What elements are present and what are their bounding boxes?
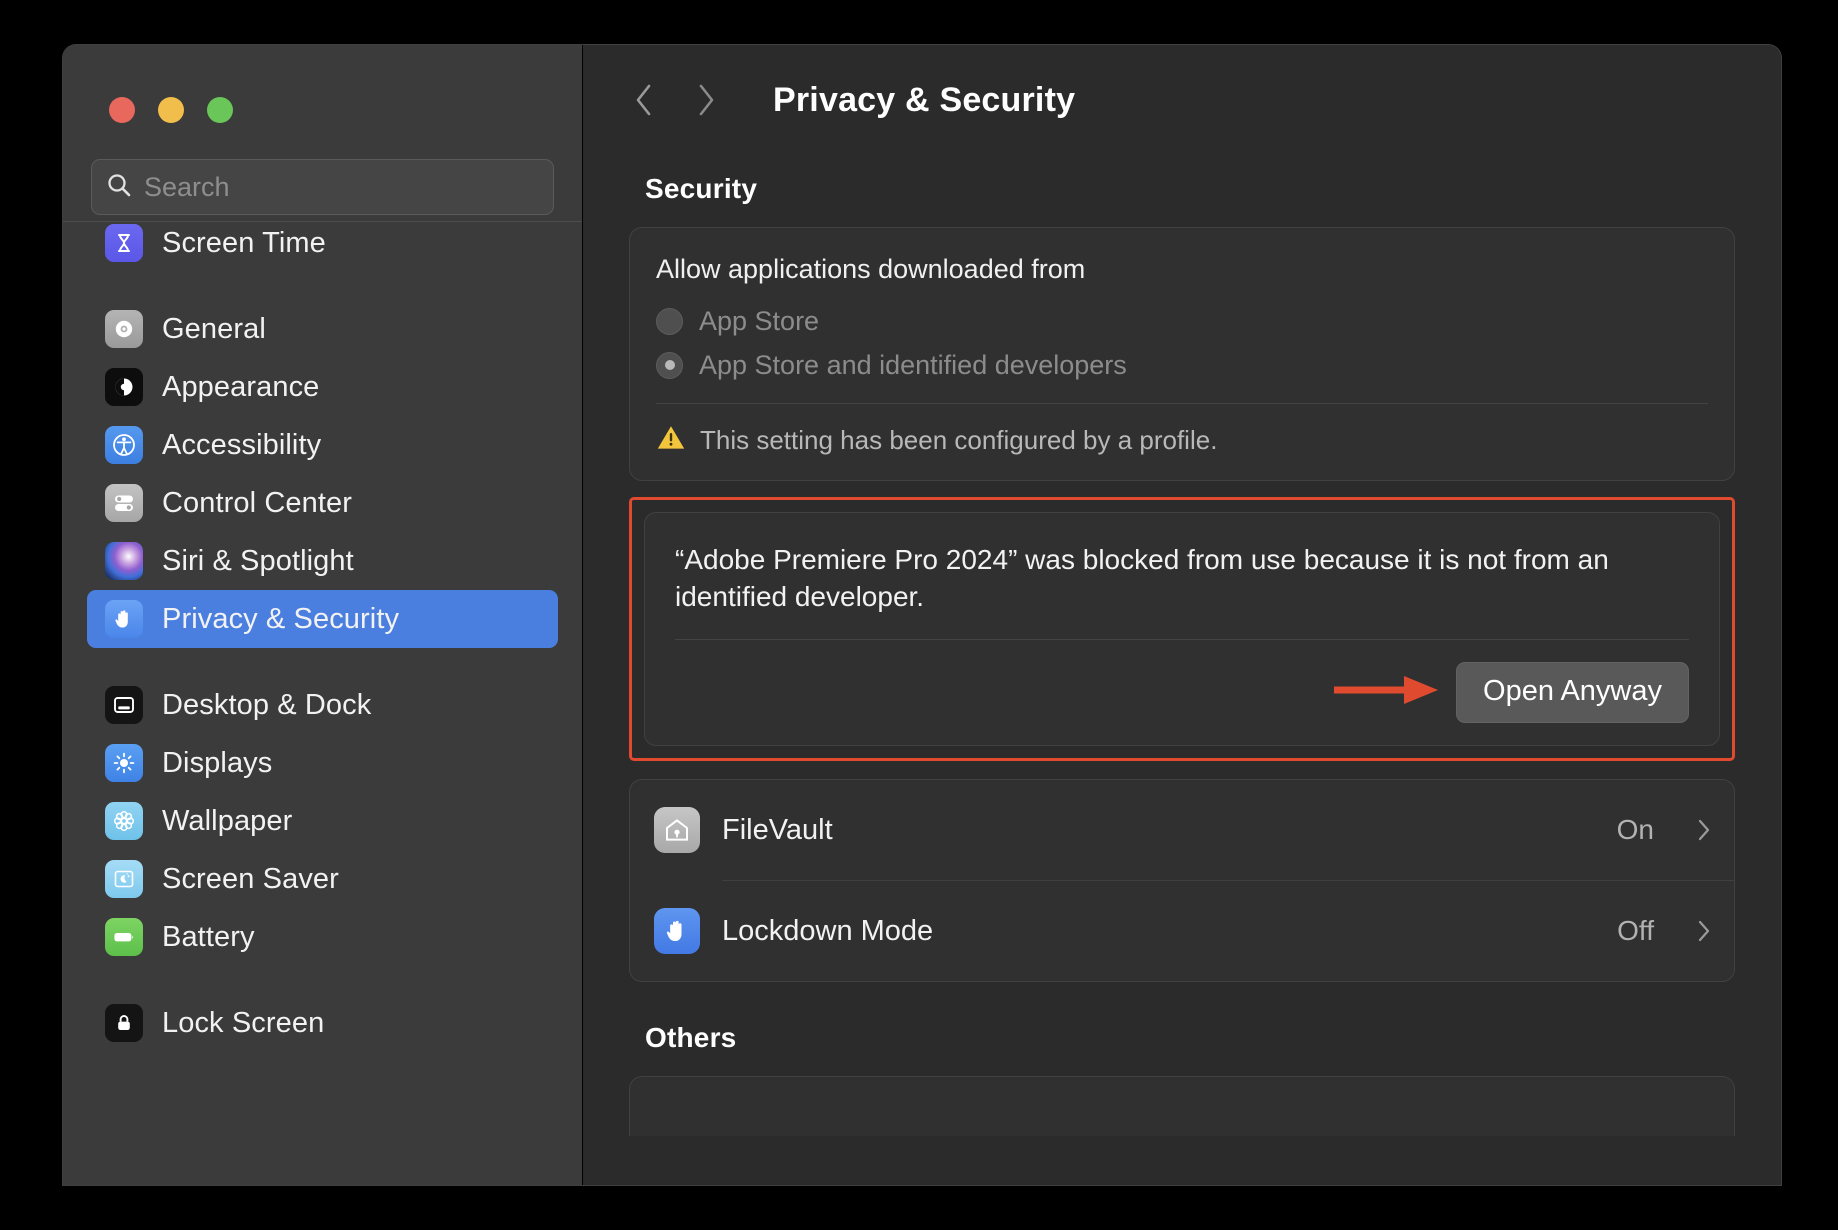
flower-icon [105, 802, 143, 840]
radio-button[interactable] [656, 308, 683, 335]
gatekeeper-card: Allow applications downloaded from App S… [629, 227, 1735, 481]
blocked-app-highlight: “Adobe Premiere Pro 2024” was blocked fr… [629, 497, 1735, 761]
search-input[interactable] [144, 172, 539, 203]
sidebar-item-accessibility[interactable]: Accessibility [87, 416, 558, 474]
list-item-value: On [1617, 814, 1654, 846]
sidebar-item-appearance[interactable]: Appearance [87, 358, 558, 416]
sidebar-item-siri-spotlight[interactable]: Siri & Spotlight [87, 532, 558, 590]
radio-app-store-identified-developers[interactable]: App Store and identified developers [656, 343, 1708, 387]
brightness-icon [105, 744, 143, 782]
accessibility-icon [105, 426, 143, 464]
lock-icon [105, 1004, 143, 1042]
sidebar-item-general[interactable]: General [87, 300, 558, 358]
sidebar-item-label: Siri & Spotlight [162, 545, 354, 578]
radio-app-store[interactable]: App Store [656, 299, 1708, 343]
sidebar-item-label: Desktop & Dock [162, 689, 371, 722]
sidebar-item-label: Privacy & Security [162, 603, 399, 636]
sidebar-item-control-center[interactable]: Control Center [87, 474, 558, 532]
security-options-list: FileVault On Lockdown Mod [629, 779, 1735, 982]
search-container [63, 123, 582, 215]
list-item-lockdown-mode[interactable]: Lockdown Mode Off [630, 881, 1734, 981]
search-icon [106, 172, 132, 203]
page-title: Privacy & Security [773, 81, 1075, 120]
sidebar-item-screen-saver[interactable]: Screen Saver [87, 850, 558, 908]
minimize-button[interactable] [158, 97, 184, 123]
sidebar-item-privacy-security[interactable]: Privacy & Security [87, 590, 558, 648]
profile-notice-text: This setting has been configured by a pr… [700, 425, 1217, 456]
open-anyway-button[interactable]: Open Anyway [1456, 662, 1689, 723]
system-settings-window: Screen Time General [62, 44, 1782, 1186]
forward-button[interactable] [691, 80, 721, 120]
sidebar-item-displays[interactable]: Displays [87, 734, 558, 792]
sidebar-item-label: Screen Saver [162, 863, 339, 896]
siri-icon [105, 542, 143, 580]
blocked-app-actions: Open Anyway [675, 640, 1689, 723]
moon-stars-icon [105, 860, 143, 898]
sidebar-item-label: Displays [162, 747, 272, 780]
list-item-label: FileVault [722, 814, 1595, 847]
sidebar-item-label: Battery [162, 921, 255, 954]
right-arrow-annotation [1332, 670, 1442, 715]
main-pane: Privacy & Security Security Allow applic… [583, 45, 1781, 1185]
sidebar-list[interactable]: Screen Time General [63, 221, 582, 1185]
sidebar-item-label: Appearance [162, 371, 319, 404]
hourglass-icon [105, 224, 143, 262]
sidebar-item-wallpaper[interactable]: Wallpaper [87, 792, 558, 850]
sidebar-item-battery[interactable]: Battery [87, 908, 558, 966]
search-field[interactable] [91, 159, 554, 215]
window-controls [63, 45, 582, 123]
gear-icon [105, 310, 143, 348]
maximize-button[interactable] [207, 97, 233, 123]
close-button[interactable] [109, 97, 135, 123]
hand-icon [654, 908, 700, 954]
radio-label: App Store and identified developers [699, 350, 1127, 381]
blocked-app-card: “Adobe Premiere Pro 2024” was blocked fr… [644, 512, 1720, 746]
security-section-title: Security [645, 173, 1735, 205]
list-item-label: Lockdown Mode [722, 915, 1595, 948]
back-button[interactable] [629, 80, 659, 120]
profile-notice: This setting has been configured by a pr… [656, 404, 1708, 460]
sidebar-item-label: Wallpaper [162, 805, 292, 838]
sidebar-group-gap [87, 272, 558, 300]
list-item-value: Off [1617, 915, 1654, 947]
sidebar-item-label: Accessibility [162, 429, 321, 462]
chevron-right-icon[interactable] [1696, 917, 1712, 945]
radio-label: App Store [699, 306, 819, 337]
others-section-title: Others [645, 1022, 1735, 1054]
sidebar-group-gap [87, 648, 558, 676]
radio-button-selected[interactable] [656, 352, 683, 379]
sidebar-item-label: Control Center [162, 487, 352, 520]
sidebar-item-label: Screen Time [162, 227, 326, 260]
gatekeeper-label: Allow applications downloaded from [656, 254, 1708, 285]
blocked-app-message: “Adobe Premiere Pro 2024” was blocked fr… [675, 541, 1689, 615]
sidebar-item-screen-time[interactable]: Screen Time [87, 221, 558, 272]
toolbar: Privacy & Security [583, 45, 1781, 155]
appearance-icon [105, 368, 143, 406]
settings-content: Security Allow applications downloaded f… [583, 155, 1781, 1185]
warning-triangle-icon [656, 424, 686, 456]
sidebar: Screen Time General [63, 45, 583, 1185]
sidebar-item-label: Lock Screen [162, 1007, 324, 1040]
switches-icon [105, 484, 143, 522]
radio-dot [665, 360, 675, 370]
desktop-icon [105, 686, 143, 724]
filevault-house-icon [654, 807, 700, 853]
sidebar-item-label: General [162, 313, 266, 346]
sidebar-item-desktop-dock[interactable]: Desktop & Dock [87, 676, 558, 734]
chevron-right-icon[interactable] [1696, 816, 1712, 844]
hand-icon [105, 600, 143, 638]
list-item-filevault[interactable]: FileVault On [630, 780, 1734, 880]
others-card [629, 1076, 1735, 1136]
sidebar-item-lock-screen[interactable]: Lock Screen [87, 994, 558, 1052]
sidebar-group-gap [87, 966, 558, 994]
battery-icon [105, 918, 143, 956]
